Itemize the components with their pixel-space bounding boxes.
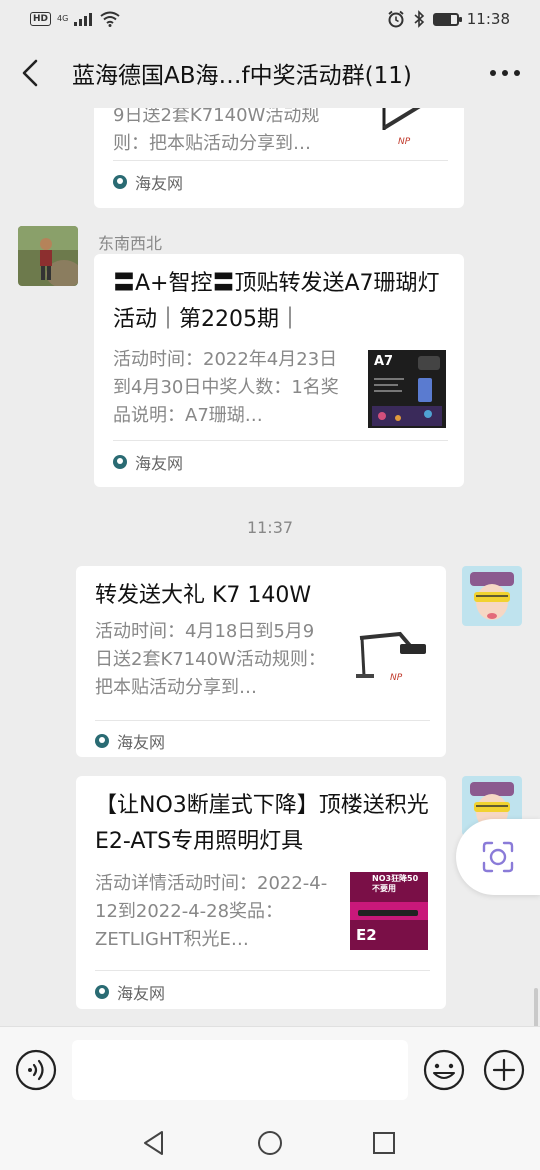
sender-name: 东南西北 [98, 234, 163, 253]
svg-text:NP: NP [390, 673, 403, 683]
chat-header: 蓝海德国AB海…f中奖活动群(11) [0, 38, 540, 108]
scan-icon [482, 841, 514, 873]
source-logo-icon [95, 734, 109, 748]
clock: 11:38 [466, 10, 510, 28]
chat-area[interactable]: 9日送2套K7140W活动规则：把本贴活动分享到… NP 海友网 东南西北 〓A… [0, 108, 540, 1026]
card-source-label: 海友网 [135, 174, 184, 193]
card-description: 活动时间：2022年4月23日到4月30日中奖人数：1名奖品说明：A7珊瑚… [113, 349, 339, 426]
card-title: 转发送大礼 K7 140W [95, 583, 312, 608]
status-bar: HD 4G 11:38 [0, 0, 540, 38]
input-bar [0, 1026, 540, 1114]
card-source-label: 海友网 [117, 984, 166, 1003]
chat-title: 蓝海德国AB海…f中奖活动群(11) [72, 63, 412, 89]
circle-home-icon [258, 1131, 282, 1155]
card-divider [113, 440, 448, 441]
signal-icon [74, 13, 93, 26]
card-thumbnail: NP [370, 108, 448, 176]
network-type: 4G [57, 14, 69, 23]
timestamp: 11:37 [246, 518, 294, 537]
alarm-icon [388, 10, 404, 28]
voice-button[interactable] [15, 1049, 57, 1091]
bluetooth-icon [414, 10, 424, 28]
scrollbar[interactable] [534, 988, 538, 1026]
card-source: 海友网 [95, 980, 165, 1004]
add-button[interactable] [483, 1049, 525, 1091]
thumb-mid-label: E2 [356, 926, 377, 944]
back-button[interactable] [0, 38, 60, 108]
triangle-back-icon [144, 1131, 163, 1155]
square-recents-icon [373, 1132, 395, 1154]
card-description: 活动时间：4月18日到5月9日送2套K7140W活动规则：把本贴活动分享到… [95, 621, 326, 698]
link-card[interactable]: 〓A+智控〓顶贴转发送A7珊瑚灯活动｜第2205期｜ 活动时间：2022年4月2… [94, 254, 464, 487]
plus-circle-icon [483, 1049, 525, 1091]
floating-scan-button[interactable] [456, 819, 540, 895]
source-logo-icon [95, 985, 109, 999]
lamp-image: NP [356, 631, 426, 683]
wifi-icon [100, 11, 120, 27]
card-source: 海友网 [95, 729, 165, 753]
card-divider [113, 160, 448, 161]
card-description: 活动详情活动时间：2022-4-12到2022-4-28奖品：ZETLIGHT积… [95, 873, 328, 950]
card-divider [95, 720, 430, 721]
link-card[interactable]: 9日送2套K7140W活动规则：把本贴活动分享到… NP 海友网 [94, 108, 464, 208]
source-logo-icon [113, 175, 127, 189]
svg-text:NP: NP [398, 137, 411, 147]
card-divider [95, 970, 430, 971]
emoji-button[interactable] [423, 1049, 465, 1091]
link-card[interactable]: 【让NO3断崖式下降】顶楼送积光E2-ATS专用照明灯具 活动详情活动时间：20… [76, 776, 446, 1009]
more-icon [490, 70, 520, 76]
emoji-icon [423, 1049, 465, 1091]
source-logo-icon [113, 455, 127, 469]
thumb-label: A7 [374, 354, 394, 369]
card-thumbnail: A7 [368, 350, 446, 428]
card-title: 〓A+智控〓顶贴转发送A7珊瑚灯活动｜第2205期｜ [113, 271, 440, 332]
card-thumbnail: NP [350, 622, 428, 700]
hd-badge: HD [30, 12, 52, 26]
card-source: 海友网 [113, 450, 183, 474]
avatar-image [462, 566, 522, 626]
link-card[interactable]: 转发送大礼 K7 140W 活动时间：4月18日到5月9日送2套K7140W活动… [76, 566, 446, 757]
lamp-image: NP [382, 108, 421, 147]
battery-icon [432, 12, 462, 26]
card-source-label: 海友网 [117, 733, 166, 752]
nav-recents-button[interactable] [367, 1126, 401, 1160]
card-description: 9日送2套K7140W活动规则：把本贴活动分享到… [113, 108, 320, 154]
more-button[interactable] [470, 38, 540, 108]
avatar-image [18, 226, 78, 286]
chevron-left-icon [22, 59, 38, 87]
avatar[interactable] [18, 226, 78, 286]
nav-home-button[interactable] [253, 1126, 287, 1160]
battery-level [434, 14, 452, 24]
nav-back-button[interactable] [137, 1126, 171, 1160]
card-thumbnail: NO3狂降50不要用 E2 [350, 872, 428, 950]
voice-icon [15, 1049, 57, 1091]
system-nav-bar [0, 1114, 540, 1170]
message-input[interactable] [72, 1040, 408, 1100]
card-title: 【让NO3断崖式下降】顶楼送积光E2-ATS专用照明灯具 [95, 793, 429, 854]
thumb-top-label: NO3狂降50不要用 [372, 874, 419, 893]
card-source: 海友网 [113, 170, 183, 194]
card-source-label: 海友网 [135, 454, 184, 473]
avatar[interactable] [462, 566, 522, 626]
